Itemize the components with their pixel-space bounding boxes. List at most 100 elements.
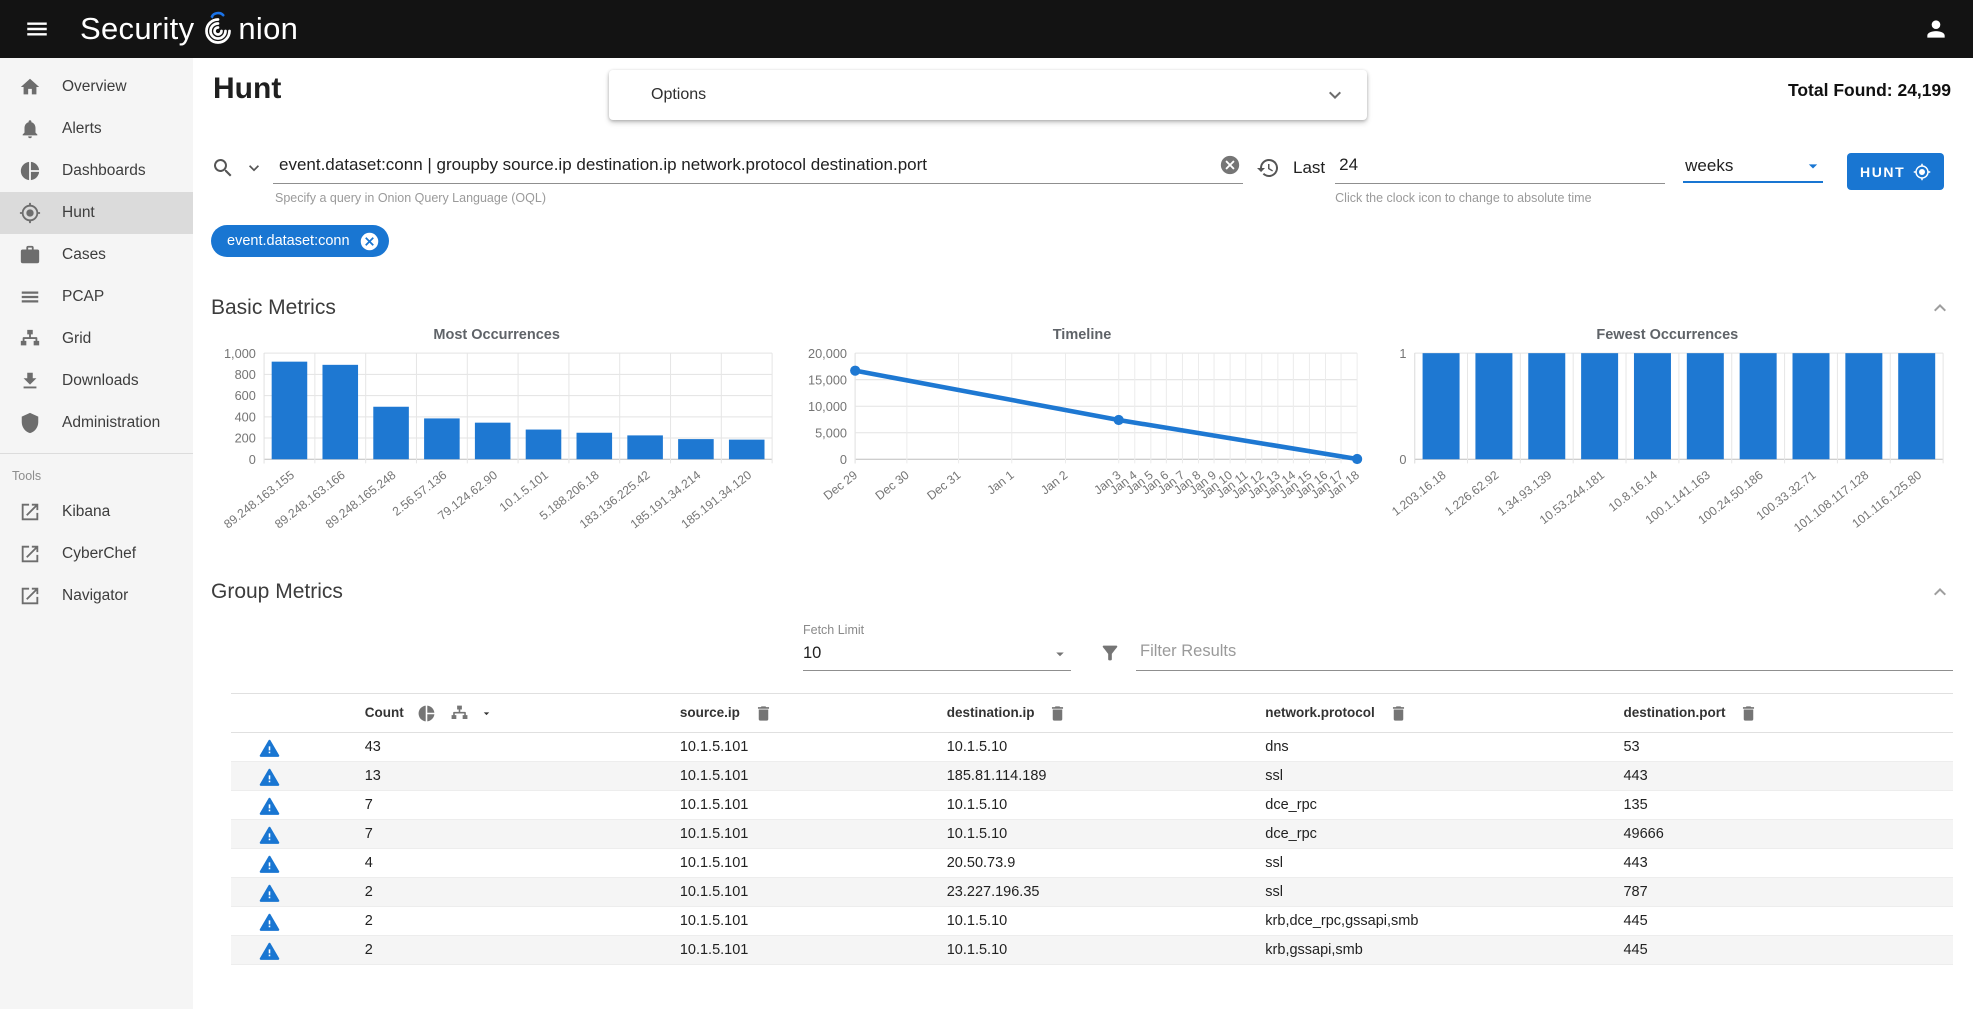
menu-icon bbox=[24, 16, 50, 42]
table-cell[interactable]: 7 bbox=[357, 791, 672, 820]
table-cell[interactable]: 10.1.5.10 bbox=[939, 791, 1258, 820]
group-metrics-collapse-button[interactable] bbox=[1927, 579, 1953, 605]
warning-icon[interactable] bbox=[259, 854, 280, 875]
sidebar-item-navigator[interactable]: Navigator bbox=[0, 575, 193, 617]
time-hint: Click the clock icon to change to absolu… bbox=[1335, 191, 1665, 205]
home-icon bbox=[19, 76, 41, 98]
table-cell[interactable]: 135 bbox=[1615, 791, 1953, 820]
sidebar-item-alerts[interactable]: Alerts bbox=[0, 108, 193, 150]
table-cell[interactable]: ssl bbox=[1257, 762, 1615, 791]
brand-logo: Security nion bbox=[80, 8, 298, 50]
sidebar-item-downloads[interactable]: Downloads bbox=[0, 360, 193, 402]
row-actions-cell bbox=[231, 762, 357, 791]
warning-icon[interactable] bbox=[259, 738, 280, 759]
sidebar-item-pcap[interactable]: PCAP bbox=[0, 276, 193, 318]
table-cell[interactable]: 10.1.5.10 bbox=[939, 820, 1258, 849]
query-history-chevron-icon[interactable] bbox=[244, 158, 264, 178]
filter-chip[interactable]: event.dataset:conn bbox=[211, 225, 389, 257]
table-cell[interactable]: 10.1.5.101 bbox=[672, 762, 939, 791]
sidebar-item-cases[interactable]: Cases bbox=[0, 234, 193, 276]
table-cell[interactable]: 2 bbox=[357, 907, 672, 936]
menu-button[interactable] bbox=[16, 8, 58, 50]
table-cell[interactable]: 10.1.5.101 bbox=[672, 849, 939, 878]
sidebar-item-dashboards[interactable]: Dashboards bbox=[0, 150, 193, 192]
sidebar-item-label: Grid bbox=[62, 330, 91, 348]
table-cell[interactable]: 445 bbox=[1615, 936, 1953, 965]
svg-text:Dec 30: Dec 30 bbox=[873, 468, 912, 503]
query-input[interactable] bbox=[277, 154, 1219, 176]
basic-metrics-collapse-button[interactable] bbox=[1927, 295, 1953, 321]
filter-results-input[interactable] bbox=[1138, 641, 1951, 662]
fetch-limit-select[interactable]: 10 bbox=[803, 637, 1071, 671]
warning-icon[interactable] bbox=[259, 941, 280, 962]
table-cell[interactable]: krb,gssapi,smb bbox=[1257, 936, 1615, 965]
table-cell[interactable]: 2 bbox=[357, 936, 672, 965]
sidebar-item-cyberchef[interactable]: CyberChef bbox=[0, 533, 193, 575]
delete-column-icon[interactable] bbox=[1048, 704, 1067, 723]
graph-icon[interactable] bbox=[450, 704, 469, 723]
options-panel[interactable]: Options bbox=[609, 70, 1367, 120]
table-row: 410.1.5.10120.50.73.9ssl443 bbox=[231, 849, 1953, 878]
pie-chart-icon[interactable] bbox=[417, 704, 436, 723]
table-cell[interactable]: ssl bbox=[1257, 878, 1615, 907]
sidebar-item-label: Downloads bbox=[62, 372, 139, 390]
table-cell[interactable]: 49666 bbox=[1615, 820, 1953, 849]
sidebar-item-grid[interactable]: Grid bbox=[0, 318, 193, 360]
sidebar-item-administration[interactable]: Administration bbox=[0, 402, 193, 444]
table-cell[interactable]: 443 bbox=[1615, 849, 1953, 878]
table-cell[interactable]: 185.81.114.189 bbox=[939, 762, 1258, 791]
table-cell[interactable]: 443 bbox=[1615, 762, 1953, 791]
table-cell[interactable]: dce_rpc bbox=[1257, 820, 1615, 849]
clear-query-button[interactable] bbox=[1219, 154, 1241, 176]
table-cell[interactable]: ssl bbox=[1257, 849, 1615, 878]
sidebar-item-overview[interactable]: Overview bbox=[0, 66, 193, 108]
table-cell[interactable]: 10.1.5.101 bbox=[672, 820, 939, 849]
table-cell[interactable]: 10.1.5.101 bbox=[672, 791, 939, 820]
sidebar-item-label: Cases bbox=[62, 246, 106, 264]
warning-icon[interactable] bbox=[259, 767, 280, 788]
sidebar-item-hunt[interactable]: Hunt bbox=[0, 192, 193, 234]
total-found: Total Found: 24,199 bbox=[1788, 80, 1951, 101]
relative-time-toggle-button[interactable] bbox=[1255, 155, 1281, 181]
caret-down-icon[interactable] bbox=[480, 707, 493, 720]
external-link-icon bbox=[19, 585, 41, 607]
warning-icon[interactable] bbox=[259, 825, 280, 846]
user-menu-button[interactable] bbox=[1915, 8, 1957, 50]
filter-chip-close-icon[interactable] bbox=[359, 231, 380, 252]
table-cell[interactable]: 787 bbox=[1615, 878, 1953, 907]
table-cell[interactable]: 7 bbox=[357, 820, 672, 849]
table-cell[interactable]: 10.1.5.10 bbox=[939, 936, 1258, 965]
sidebar-item-kibana[interactable]: Kibana bbox=[0, 491, 193, 533]
table-row: 710.1.5.10110.1.5.10dce_rpc135 bbox=[231, 791, 1953, 820]
table-cell[interactable]: 2 bbox=[357, 878, 672, 907]
table-cell[interactable]: 10.1.5.101 bbox=[672, 936, 939, 965]
delete-column-icon[interactable] bbox=[754, 704, 773, 723]
table-cell[interactable]: 10.1.5.10 bbox=[939, 733, 1258, 762]
table-cell[interactable]: 53 bbox=[1615, 733, 1953, 762]
table-cell[interactable]: 445 bbox=[1615, 907, 1953, 936]
table-cell[interactable]: 10.1.5.10 bbox=[939, 907, 1258, 936]
table-cell[interactable]: 10.1.5.101 bbox=[672, 878, 939, 907]
hunt-button[interactable]: HUNT bbox=[1847, 153, 1944, 190]
table-cell[interactable]: 43 bbox=[357, 733, 672, 762]
duration-input[interactable] bbox=[1337, 154, 1663, 176]
table-cell[interactable]: 10.1.5.101 bbox=[672, 907, 939, 936]
warning-icon[interactable] bbox=[259, 796, 280, 817]
delete-column-icon[interactable] bbox=[1389, 704, 1408, 723]
svg-text:0: 0 bbox=[840, 452, 847, 467]
table-cell[interactable]: 4 bbox=[357, 849, 672, 878]
time-units-select[interactable]: weeks bbox=[1683, 152, 1823, 183]
table-cell[interactable]: dns bbox=[1257, 733, 1615, 762]
sidebar-item-label: Administration bbox=[62, 414, 160, 432]
table-cell[interactable]: krb,dce_rpc,gssapi,smb bbox=[1257, 907, 1615, 936]
table-cell[interactable]: 13 bbox=[357, 762, 672, 791]
table-cell[interactable]: 10.1.5.101 bbox=[672, 733, 939, 762]
table-cell[interactable]: dce_rpc bbox=[1257, 791, 1615, 820]
warning-icon[interactable] bbox=[259, 883, 280, 904]
delete-column-icon[interactable] bbox=[1739, 704, 1758, 723]
warning-icon[interactable] bbox=[259, 912, 280, 933]
sidebar-item-label: CyberChef bbox=[62, 545, 136, 563]
table-cell[interactable]: 20.50.73.9 bbox=[939, 849, 1258, 878]
table-row: 210.1.5.10110.1.5.10krb,dce_rpc,gssapi,s… bbox=[231, 907, 1953, 936]
table-cell[interactable]: 23.227.196.35 bbox=[939, 878, 1258, 907]
